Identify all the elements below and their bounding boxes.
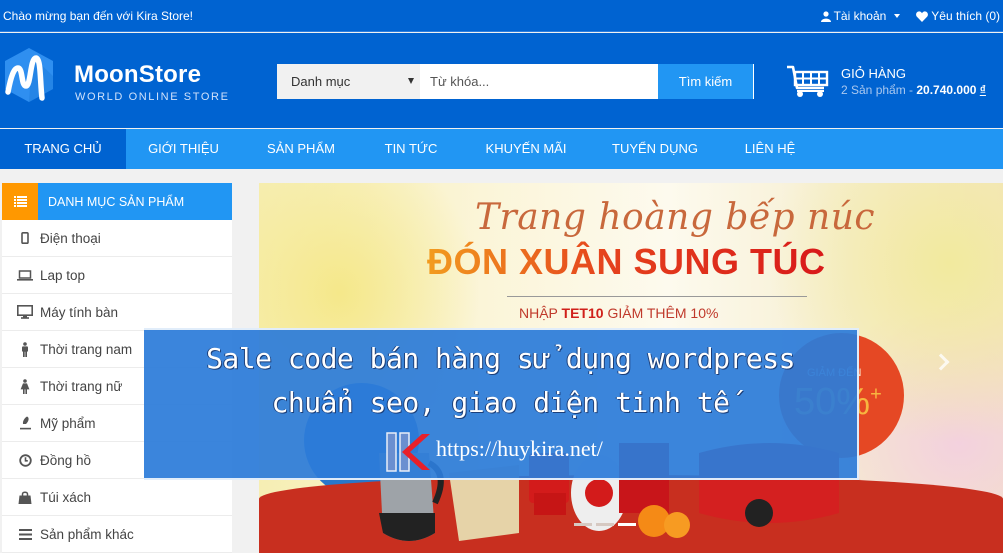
cart-count: 2 Sản phẩm - [841,83,917,97]
search-bar: Danh mục Tìm kiếm [277,64,754,99]
list-icon [2,183,38,220]
overlay-line-1: Sale code bán hàng sử dụng wordpress [206,342,795,375]
category-item-label: Đồng hồ [40,452,92,468]
account-menu[interactable]: Tài khoản [820,9,901,23]
bars-icon [17,526,33,542]
cart-total: 20.740.000 [916,83,977,97]
category-item-laptop[interactable]: Lap top [2,257,232,294]
laptop-icon [17,267,33,283]
caret-down-icon [894,14,901,18]
watermark-overlay: Sale code bán hàng sử dụng wordpress chu… [144,328,859,480]
banner-promo-code-text: NHẬP TET10 GIẢM THÊM 10% [519,305,718,321]
nav-item-lien-he[interactable]: Liên hệ [719,129,821,169]
male-icon [17,341,33,357]
category-sidebar-header[interactable]: DANH MỤC SẢN PHẨM [2,183,232,220]
user-icon [820,10,831,22]
clock-icon [17,452,33,468]
nav-item-tin-tuc[interactable]: Tin tức [361,129,461,169]
nav-item-gioi-thieu[interactable]: Giới thiệu [126,129,241,169]
category-item-label: Mỹ phẩm [40,415,96,431]
cart-title: GIỎ HÀNG [841,66,907,81]
nav-item-khuyen-mai[interactable]: Khuyến mãi [461,129,591,169]
female-icon [17,378,33,394]
nav-item-san-pham[interactable]: Sản phẩm [241,129,361,169]
slider-pagination [574,523,636,526]
category-item-dien-thoai[interactable]: Điện thoại [2,220,232,257]
header: MoonStore WORLD ONLINE STORE Danh mục Tì… [0,33,1003,128]
wishlist-link[interactable]: Yêu thích (0) [916,9,1000,23]
search-input[interactable] [420,64,658,99]
nav-item-trang-chu[interactable]: Trang chủ [0,129,126,169]
cart-summary: 2 Sản phẩm - 20.740.000 ₫ [841,83,986,97]
category-item-label: Sản phẩm khác [40,526,134,542]
slide-dot-active[interactable] [618,523,636,526]
category-item-label: Túi xách [40,489,92,505]
category-item-label: Thời trang nữ [40,378,123,394]
dropdown-arrow-icon [408,78,414,84]
mobile-icon [17,230,33,246]
logo-title[interactable]: MoonStore [74,61,201,89]
promo-code: TET10 [561,305,604,321]
account-label: Tài khoản [833,9,887,23]
welcome-text: Chào mừng bạn đến với Kira Store! [3,9,194,23]
heart-icon [916,10,929,22]
category-select-value: Danh mục [291,74,351,89]
category-select[interactable]: Danh mục [277,64,420,99]
category-item-tui-xach[interactable]: Túi xách [2,479,232,516]
top-bar-links: Tài khoản Yêu thích (0) [820,9,1000,23]
category-sidebar-title: DANH MỤC SẢN PHẨM [48,194,185,209]
shopping-bag-icon [17,489,33,505]
overlay-url: https://huykira.net/ [436,436,603,461]
moonstore-logo-icon[interactable] [2,46,56,104]
search-button[interactable]: Tìm kiếm [658,64,754,99]
category-item-san-pham-khac[interactable]: Sản phẩm khác [2,516,232,553]
promo-suffix: GIẢM THÊM 10% [603,305,719,321]
category-item-label: Lap top [40,267,86,283]
eyedropper-icon [17,415,33,431]
banner-headline: ĐÓN XUÂN SUNG TÚC [427,241,826,282]
category-item-label: Thời trang nam [40,341,133,357]
top-bar: Chào mừng bạn đến với Kira Store! Tài kh… [0,0,1003,32]
category-item-label: Điện thoại [40,230,101,246]
next-slide-arrow-icon[interactable] [932,353,950,371]
slide-dot[interactable] [574,523,592,526]
slide-dot[interactable] [596,523,614,526]
main-nav: Trang chủ Giới thiệu Sản phẩm Tin tức Kh… [0,129,1003,169]
discount-plus: + [870,383,882,406]
banner-divider [507,296,807,297]
overlay-line-2: chuẩn seo, giao diện tinh tế [271,386,730,419]
nav-item-tuyen-dung[interactable]: Tuyển dụng [591,129,719,169]
category-item-may-tinh-ban[interactable]: Máy tính bàn [2,294,232,331]
wishlist-label: Yêu thích (0) [931,9,1000,23]
huykira-logo-icon [386,432,430,472]
desktop-icon [17,304,33,320]
cart-currency: ₫ [979,83,986,97]
shopping-cart-icon [787,65,829,97]
logo-subtitle: WORLD ONLINE STORE [75,91,230,103]
banner-script-text: Trang hoàng bếp núc [475,197,876,238]
category-item-label: Máy tính bàn [40,304,119,320]
promo-prefix: NHẬP [519,305,562,321]
